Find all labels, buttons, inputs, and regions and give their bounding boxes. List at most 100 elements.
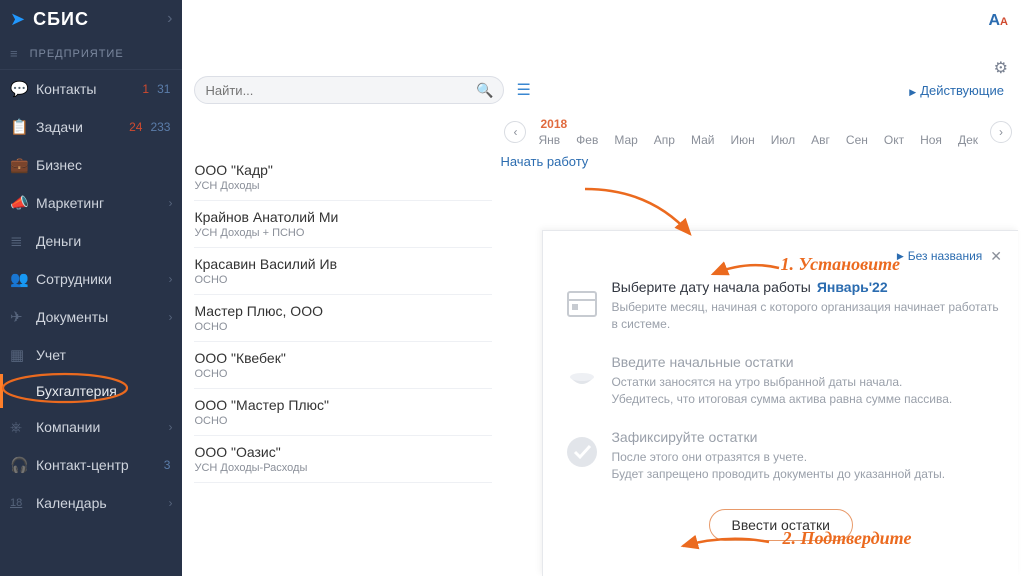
sidebar-subitem-bookkeeping[interactable]: Бухгалтерия xyxy=(0,374,182,408)
step-1: Выберите дату начала работыЯнварь'22 Выб… xyxy=(559,267,1002,342)
sidebar-item-money[interactable]: ≣ Деньги xyxy=(0,222,182,260)
badge-warn: 24 xyxy=(127,120,144,134)
timeline-month[interactable]: Авг xyxy=(811,133,830,147)
begin-work-link[interactable]: Начать работу xyxy=(500,154,588,169)
sidebar-item-documents[interactable]: ✈ Документы › xyxy=(0,298,182,336)
hamburger-icon[interactable]: ≡ xyxy=(10,46,18,61)
timeline-month[interactable]: Май xyxy=(691,133,715,147)
sidebar-item-label: Маркетинг xyxy=(36,195,162,211)
search-icon[interactable]: 🔍 xyxy=(476,82,493,99)
documents-icon: ✈ xyxy=(10,308,36,326)
calendar-icon: 18 xyxy=(10,497,36,509)
sidebar-items: 💬 Контакты 1 31 📋 Задачи 24 233 💼 Бизнес… xyxy=(0,70,182,576)
logo-icon: ➤ xyxy=(10,9,25,30)
toolbar: AA ⚙ xyxy=(182,0,1024,70)
chevron-right-icon[interactable]: › xyxy=(167,10,172,28)
timeline: ‹ 2018 Янв Фев Мар Апр Май Июн Июл Авг С… xyxy=(182,110,1024,154)
badge-count: 233 xyxy=(148,120,172,134)
enter-balances-button[interactable]: Ввести остатки xyxy=(709,509,853,541)
sidebar-item-accounting[interactable]: ▦ Учет xyxy=(0,336,182,374)
timeline-month[interactable]: Июл xyxy=(771,133,795,147)
list-item[interactable]: ООО "Квебек"ОСНО xyxy=(194,342,492,389)
sidebar-item-companies[interactable]: ⎈ Компании › xyxy=(0,408,182,446)
sidebar-item-label: Контакт-центр xyxy=(36,457,162,473)
panel-title-link[interactable]: Без названия xyxy=(908,249,983,263)
sidebar-item-tasks[interactable]: 📋 Задачи 24 233 xyxy=(0,108,182,146)
sidebar-item-calendar[interactable]: 18 Календарь › xyxy=(0,484,182,522)
sidebar-item-contact-center[interactable]: 🎧 Контакт-центр 3 xyxy=(0,446,182,484)
money-icon: ≣ xyxy=(10,232,36,250)
sidebar-subitem-label: Бухгалтерия xyxy=(36,383,117,399)
step-3: Зафиксируйте остатки После этого они отр… xyxy=(559,417,1002,492)
search-row: 🔍 ☰ ▶Действующие xyxy=(182,70,1024,110)
company-label: ПРЕДПРИЯТИЕ xyxy=(30,48,124,60)
panel-footer: Ввести остатки xyxy=(559,509,1002,541)
sidebar-header: ➤ СБИС › xyxy=(0,0,182,38)
marketing-icon: 📣 xyxy=(10,194,36,212)
start-month-link[interactable]: Январь'22 xyxy=(817,279,888,295)
list-item[interactable]: ООО "Кадр"УСН Доходы xyxy=(194,154,492,201)
timeline-year: 2018 xyxy=(538,117,978,131)
search-box[interactable]: 🔍 xyxy=(194,76,504,104)
timeline-prev-button[interactable]: ‹ xyxy=(504,121,526,143)
badge-count: 3 xyxy=(162,458,173,472)
search-input[interactable] xyxy=(205,83,476,98)
list-item[interactable]: ООО "Мастер Плюс"ОСНО xyxy=(194,389,492,436)
bowl-icon xyxy=(559,354,605,400)
chevron-right-icon: › xyxy=(168,420,172,434)
step-2: Введите начальные остатки Остатки занося… xyxy=(559,342,1002,417)
brand-name: СБИС xyxy=(33,9,167,30)
timeline-month[interactable]: Дек xyxy=(958,133,978,147)
timeline-months: Янв Фев Мар Апр Май Июн Июл Авг Сен Окт … xyxy=(538,133,978,147)
filter-icon[interactable]: ☰ xyxy=(516,80,530,100)
panel-header: ▶ Без названия ✕ xyxy=(559,245,1002,267)
contacts-icon: 💬 xyxy=(10,80,36,98)
company-row: ≡ ПРЕДПРИЯТИЕ xyxy=(0,38,182,70)
list-item[interactable]: Крайнов Анатолий МиУСН Доходы + ПСНО xyxy=(194,201,492,248)
chevron-right-icon: › xyxy=(168,196,172,210)
timeline-month[interactable]: Окт xyxy=(884,133,904,147)
employees-icon: 👥 xyxy=(10,270,36,288)
check-circle-icon xyxy=(559,429,605,475)
sidebar-item-label: Задачи xyxy=(36,119,127,135)
timeline-month[interactable]: Ноя xyxy=(920,133,942,147)
sidebar-item-label: Контакты xyxy=(36,81,140,97)
sidebar-item-contacts[interactable]: 💬 Контакты 1 31 xyxy=(0,70,182,108)
sidebar-item-marketing[interactable]: 📣 Маркетинг › xyxy=(0,184,182,222)
timeline-month[interactable]: Апр xyxy=(654,133,675,147)
step-2-title: Введите начальные остатки xyxy=(611,354,1002,370)
org-list: ООО "Кадр"УСН Доходы Крайнов Анатолий Ми… xyxy=(182,154,492,576)
list-item[interactable]: Мастер Плюс, ООООСНО xyxy=(194,295,492,342)
chevron-right-icon: › xyxy=(168,310,172,324)
list-item[interactable]: Красавин Василий ИвОСНО xyxy=(194,248,492,295)
badge-count: 31 xyxy=(155,82,172,96)
timeline-month[interactable]: Мар xyxy=(614,133,637,147)
close-icon[interactable]: ✕ xyxy=(990,248,1002,265)
onboarding-panel: ▶ Без названия ✕ Выберите дату начала ра… xyxy=(542,230,1018,576)
sidebar-item-business[interactable]: 💼 Бизнес xyxy=(0,146,182,184)
sidebar-item-label: Учет xyxy=(36,347,172,363)
badge-warn: 1 xyxy=(140,82,151,96)
sidebar-item-label: Сотрудники xyxy=(36,271,162,287)
list-item[interactable]: ООО "Оазис"УСН Доходы-Расходы xyxy=(194,436,492,483)
timeline-month[interactable]: Сен xyxy=(846,133,868,147)
step-3-desc: После этого они отразятся в учете.Будет … xyxy=(611,449,1002,484)
timeline-month[interactable]: Фев xyxy=(576,133,598,147)
chevron-right-icon: › xyxy=(168,272,172,286)
font-size-icon[interactable]: AA xyxy=(982,6,1014,36)
timeline-month[interactable]: Июн xyxy=(731,133,755,147)
step-2-desc: Остатки заносятся на утро выбранной даты… xyxy=(611,374,1002,409)
sidebar-item-label: Деньги xyxy=(36,233,172,249)
triangle-right-icon: ▶ xyxy=(909,87,916,97)
timeline-next-button[interactable]: › xyxy=(990,121,1012,143)
timeline-body: 2018 Янв Фев Мар Апр Май Июн Июл Авг Сен… xyxy=(526,117,990,147)
timeline-month[interactable]: Янв xyxy=(538,133,560,147)
sidebar-item-employees[interactable]: 👥 Сотрудники › xyxy=(0,260,182,298)
business-icon: 💼 xyxy=(10,156,36,174)
gear-icon[interactable]: ⚙ xyxy=(988,52,1014,84)
step-3-title: Зафиксируйте остатки xyxy=(611,429,1002,445)
step-1-title: Выберите дату начала работыЯнварь'22 xyxy=(611,279,1002,295)
filter-active-link[interactable]: ▶Действующие xyxy=(909,83,1004,98)
main-area: AA ⚙ 🔍 ☰ ▶Действующие ‹ 2018 Янв Фев Мар… xyxy=(182,0,1024,576)
sidebar: ➤ СБИС › ≡ ПРЕДПРИЯТИЕ 💬 Контакты 1 31 📋… xyxy=(0,0,182,576)
